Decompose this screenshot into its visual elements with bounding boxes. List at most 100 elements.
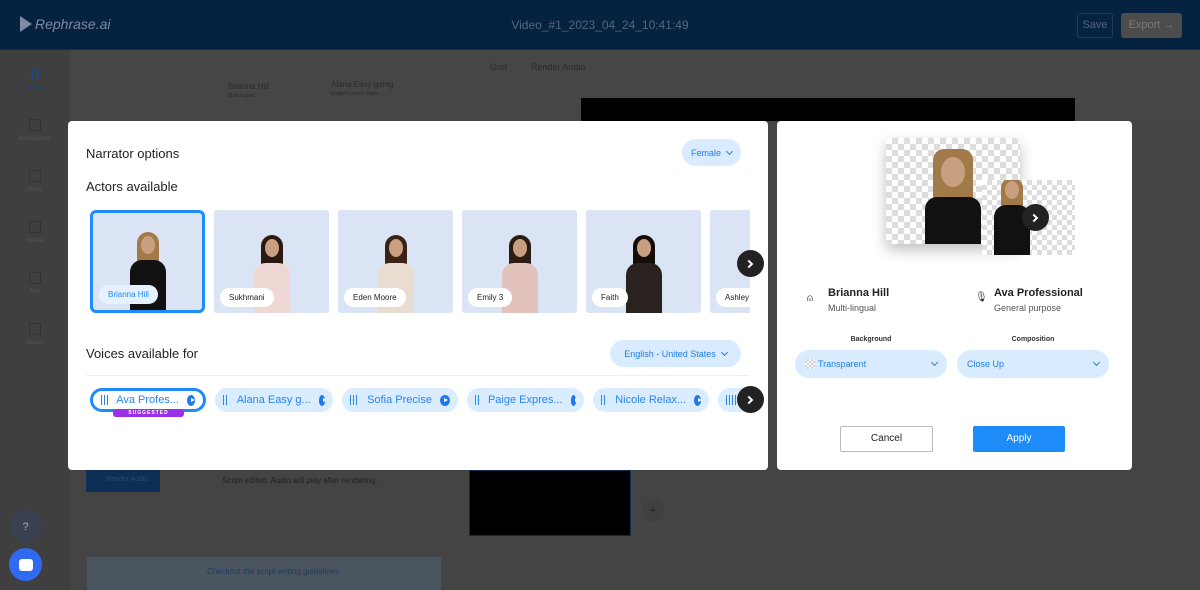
chat-icon xyxy=(18,558,33,571)
language-dropdown[interactable]: English - United States xyxy=(610,340,741,367)
actor-card[interactable]: Eden Moore xyxy=(338,210,453,313)
sidebar-label: Media xyxy=(26,238,44,244)
waveform-icon xyxy=(350,395,360,405)
background-dropdown[interactable]: Transparent xyxy=(795,350,947,378)
actor-card[interactable]: Faith xyxy=(586,210,701,313)
chevron-right-icon xyxy=(1029,213,1039,222)
voice-chip[interactable]: Sofia Precise xyxy=(342,388,458,412)
voice-name: Nicole Relax... xyxy=(615,394,687,406)
actor-card[interactable]: Brianna Hill xyxy=(90,210,205,313)
selected-actor-sub: Multi-lingual xyxy=(828,303,877,313)
guidelines-link[interactable]: Checkout the script writing guidelines xyxy=(207,567,339,576)
app-header: Rephrase.ai Video_#1_2023_04_24_10:41:49… xyxy=(0,0,1200,50)
modal-title: Narrator options xyxy=(86,146,180,161)
voices-next-button[interactable] xyxy=(737,386,764,413)
voices-carousel: Ava Profes... SUGGESTED Alana Easy g... Sof… xyxy=(90,388,750,428)
background-value: Transparent xyxy=(818,359,867,369)
save-button[interactable]: Save xyxy=(1077,13,1113,38)
video-canvas xyxy=(581,98,1075,121)
actor-name: Ashley xyxy=(716,288,750,307)
actor-name: Sukhmani xyxy=(220,288,274,307)
current-voice[interactable]: Alana Easy going xyxy=(331,80,393,89)
actors-carousel: Brianna Hill Sukhmani Eden Moore Emily 3 Fai… xyxy=(90,210,750,313)
sidebar-item-background[interactable]: Background xyxy=(0,101,70,152)
actor-name: Eden Moore xyxy=(344,288,406,307)
sidebar-item-shapes[interactable]: Shapes xyxy=(0,305,70,356)
waveform-icon xyxy=(31,68,39,80)
divider xyxy=(86,375,750,376)
help-button[interactable]: ? xyxy=(9,510,42,543)
preview-next-button[interactable] xyxy=(1022,204,1049,231)
sidebar-label: Background xyxy=(18,136,52,142)
language-value: English - United States xyxy=(624,348,716,359)
voices-heading: Voices available for xyxy=(86,346,199,361)
render-audio-label: Render Audio xyxy=(106,476,149,483)
microphone-icon: 🎙 xyxy=(975,292,988,303)
play-icon[interactable] xyxy=(694,394,702,406)
media-icon xyxy=(29,221,41,233)
voice-name: Ava Profes... xyxy=(116,394,180,406)
actor-image xyxy=(624,235,664,313)
add-scene-button[interactable]: + xyxy=(642,500,664,522)
current-voice-sub: English-United States xyxy=(331,91,380,97)
voice-chip[interactable]: Alana Easy g... xyxy=(215,388,333,412)
narrator-options-modal: Narrator options Female Actors available… xyxy=(68,121,768,470)
actor-card[interactable]: Sukhmani xyxy=(214,210,329,313)
waveform-icon xyxy=(475,395,480,405)
waveform-icon xyxy=(601,395,608,405)
background-label: Background xyxy=(850,336,892,343)
gender-filter-dropdown[interactable]: Female xyxy=(682,139,741,166)
music-icon xyxy=(29,170,41,182)
voice-name: Alana Easy g... xyxy=(236,394,311,406)
play-icon[interactable] xyxy=(439,394,450,406)
play-icon[interactable] xyxy=(187,394,195,406)
gender-filter-value: Female xyxy=(690,147,721,158)
guidelines-banner[interactable]: Checkout the script writing guidelines xyxy=(87,557,441,590)
voice-chip[interactable]: Paige Expres... xyxy=(467,388,584,412)
voice-chip[interactable]: Nicole Relax... xyxy=(593,388,709,412)
export-button[interactable]: Export → xyxy=(1121,13,1182,38)
waveform-icon xyxy=(223,395,229,405)
chevron-down-icon xyxy=(1092,358,1101,367)
image-icon xyxy=(29,119,41,131)
square-icon xyxy=(29,323,41,335)
chevron-right-icon xyxy=(744,259,754,268)
composition-dropdown[interactable]: Close Up xyxy=(957,350,1109,378)
cancel-button[interactable]: Cancel xyxy=(840,426,933,452)
composition-label: Composition xyxy=(1011,336,1055,343)
actor-icon: ⍝ xyxy=(807,293,813,304)
chevron-right-icon xyxy=(744,395,754,404)
current-actor[interactable]: Brianna Hill xyxy=(228,82,269,91)
waveform-icon xyxy=(726,395,736,405)
script-status: Script edited. Audio will play after ren… xyxy=(222,476,378,485)
apply-button[interactable]: Apply xyxy=(973,426,1065,452)
sidebar-item-text[interactable]: Text xyxy=(0,254,70,305)
sidebar-label: Shapes xyxy=(24,340,46,346)
actor-name: Brianna Hill xyxy=(99,285,158,304)
transparent-icon xyxy=(805,359,815,369)
render-audio-button[interactable]: Render Audio xyxy=(86,470,160,492)
actors-next-button[interactable] xyxy=(737,250,764,277)
sidebar-item-script[interactable]: Script xyxy=(0,50,70,101)
suggested-badge: SUGGESTED xyxy=(113,409,184,417)
play-icon[interactable] xyxy=(318,394,328,406)
chevron-down-icon xyxy=(725,147,734,155)
voice-name: Paige Expres... xyxy=(487,394,563,406)
render-audio-toolbar-button[interactable]: Render Audio xyxy=(531,62,586,72)
sidebar: Script Background Music Media Text Shape… xyxy=(0,50,70,590)
current-actor-sub: Multi-lingual xyxy=(228,93,255,99)
video-title[interactable]: Video_#1_2023_04_24_10:41:49 xyxy=(0,18,1200,32)
composition-value: Close Up xyxy=(967,359,1005,369)
preview-panel: ⍝ Brianna Hill Multi-lingual 🎙 Ava Profe… xyxy=(777,121,1132,470)
chevron-down-icon xyxy=(930,358,939,367)
play-icon[interactable] xyxy=(570,394,580,406)
scene-thumbnail[interactable] xyxy=(469,470,631,536)
chevron-down-icon xyxy=(720,348,728,356)
chat-button[interactable] xyxy=(9,548,42,581)
selected-voice-name: Ava Professional xyxy=(994,287,1083,299)
actor-card[interactable]: Emily 3 xyxy=(462,210,577,313)
actor-name: Faith xyxy=(592,288,628,307)
sidebar-item-music[interactable]: Music xyxy=(0,152,70,203)
sidebar-item-media[interactable]: Media xyxy=(0,203,70,254)
grid-button[interactable]: Grid xyxy=(490,62,507,72)
